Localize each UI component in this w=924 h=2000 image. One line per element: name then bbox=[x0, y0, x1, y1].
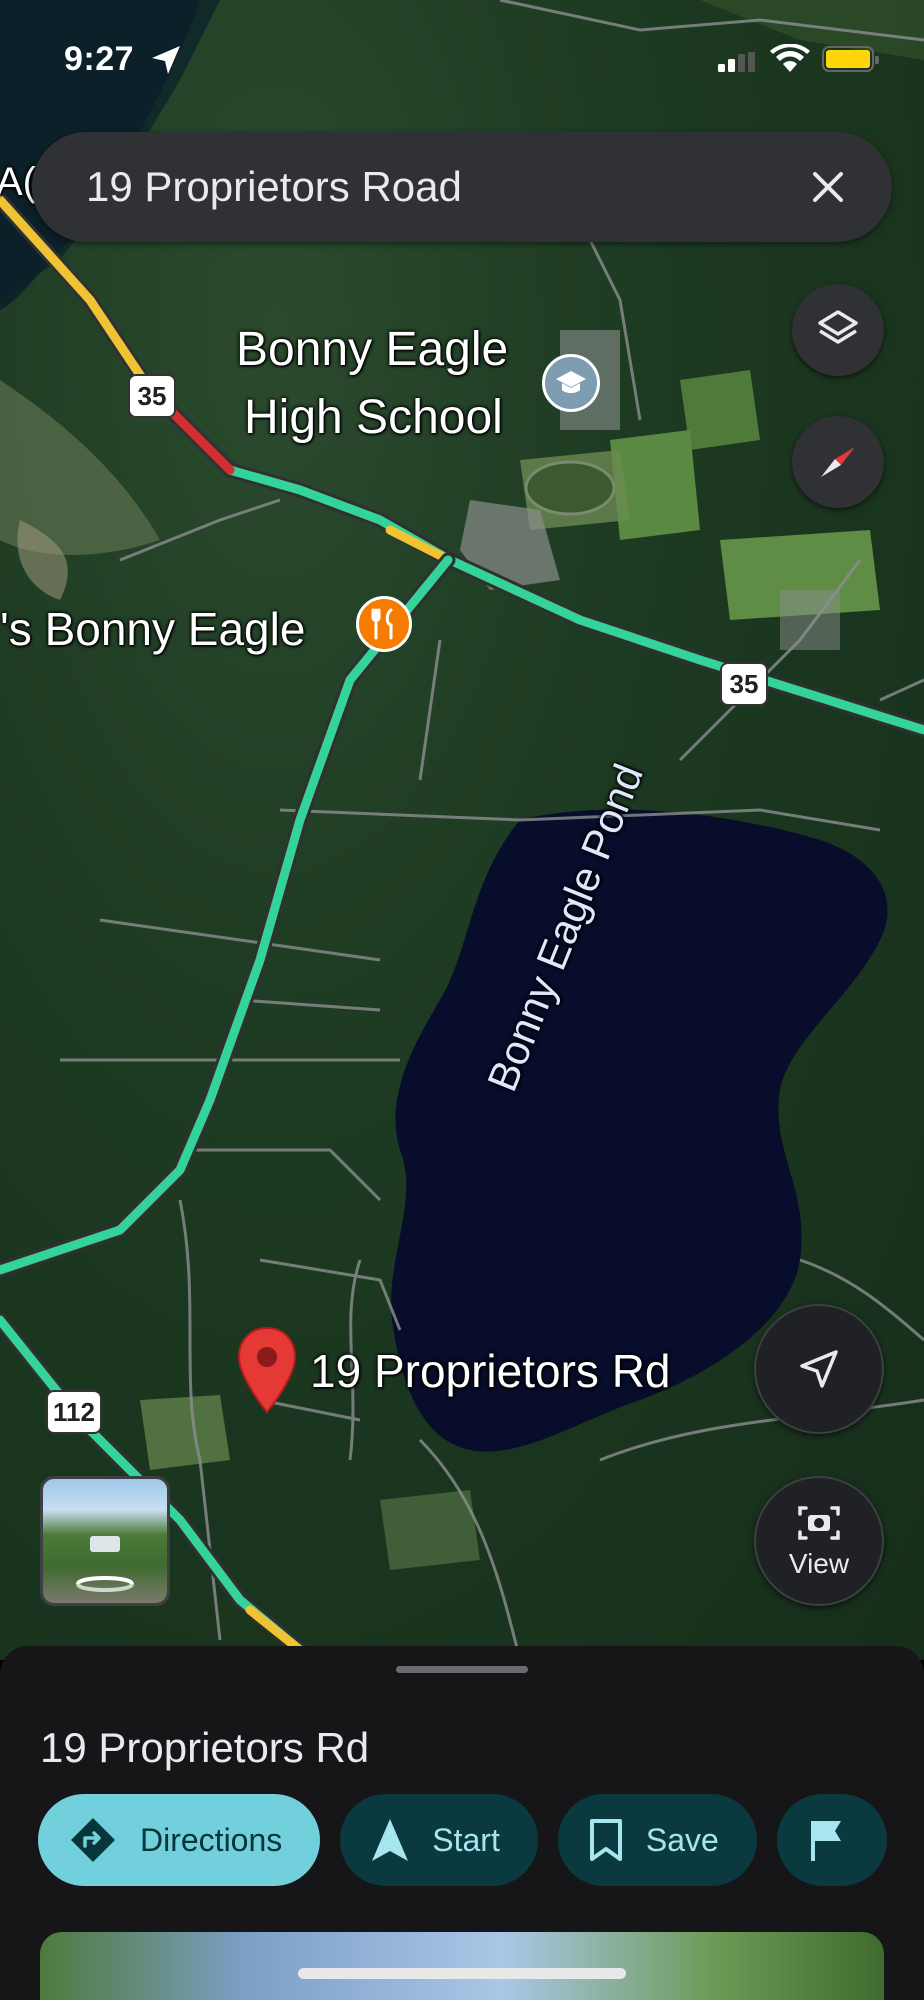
school-icon[interactable] bbox=[542, 354, 600, 412]
start-label: Start bbox=[432, 1821, 500, 1858]
view-label: View bbox=[788, 1548, 850, 1579]
lens-view-button[interactable]: View bbox=[754, 1476, 884, 1606]
location-arrow-icon bbox=[152, 46, 180, 74]
map-edge-label: A( bbox=[0, 160, 36, 204]
action-chips: Directions Start Save bbox=[38, 1794, 887, 1890]
my-location-icon bbox=[800, 1350, 838, 1388]
bookmark-icon bbox=[589, 1819, 622, 1861]
directions-icon bbox=[71, 1818, 115, 1862]
directions-label: Directions bbox=[140, 1821, 283, 1858]
route-shield-35: 35 bbox=[128, 374, 176, 418]
label-button[interactable] bbox=[776, 1794, 887, 1886]
search-bar[interactable]: 19 Proprietors Road bbox=[32, 132, 892, 242]
wifi-icon bbox=[770, 44, 810, 72]
restaurant-icon[interactable] bbox=[356, 596, 412, 652]
close-icon bbox=[813, 172, 843, 202]
save-button[interactable]: Save bbox=[557, 1794, 757, 1886]
status-bar: 9:27 bbox=[0, 0, 924, 120]
route-shield-112: 112 bbox=[46, 1390, 102, 1434]
flag-icon bbox=[810, 1821, 841, 1861]
signal-icon bbox=[718, 52, 755, 72]
layers-icon bbox=[818, 310, 858, 344]
school-label-line2[interactable]: High School bbox=[244, 390, 503, 445]
layers-button[interactable] bbox=[792, 284, 884, 376]
sheet-drag-handle[interactable] bbox=[396, 1666, 528, 1673]
pin-label[interactable]: 19 Proprietors Rd bbox=[310, 1344, 671, 1398]
compass-button[interactable] bbox=[792, 416, 884, 508]
place-photo[interactable] bbox=[40, 1932, 884, 2000]
search-query[interactable]: 19 Proprietors Road bbox=[86, 163, 798, 211]
place-title: 19 Proprietors Rd bbox=[40, 1724, 370, 1771]
route-shield-35: 35 bbox=[720, 662, 768, 706]
street-view-icon bbox=[76, 1536, 134, 1592]
place-bottom-sheet[interactable]: 19 Proprietors Rd Directions Start Save bbox=[0, 1646, 924, 2000]
navigation-icon bbox=[372, 1819, 409, 1861]
status-time: 9:27 bbox=[64, 40, 135, 78]
home-indicator[interactable] bbox=[298, 1968, 626, 1979]
restaurant-label[interactable]: 's Bonny Eagle bbox=[0, 602, 305, 656]
street-view-thumbnail[interactable] bbox=[40, 1476, 170, 1606]
start-button[interactable]: Start bbox=[340, 1794, 538, 1886]
map-pin-icon[interactable] bbox=[236, 1326, 298, 1416]
lens-icon bbox=[798, 1506, 840, 1540]
school-label-line1[interactable]: Bonny Eagle bbox=[236, 322, 508, 377]
clear-search-button[interactable] bbox=[798, 157, 858, 217]
battery-icon bbox=[822, 46, 879, 72]
save-label: Save bbox=[645, 1821, 719, 1858]
my-location-button[interactable] bbox=[754, 1304, 884, 1434]
directions-button[interactable]: Directions bbox=[38, 1794, 321, 1886]
compass-icon bbox=[821, 447, 855, 477]
